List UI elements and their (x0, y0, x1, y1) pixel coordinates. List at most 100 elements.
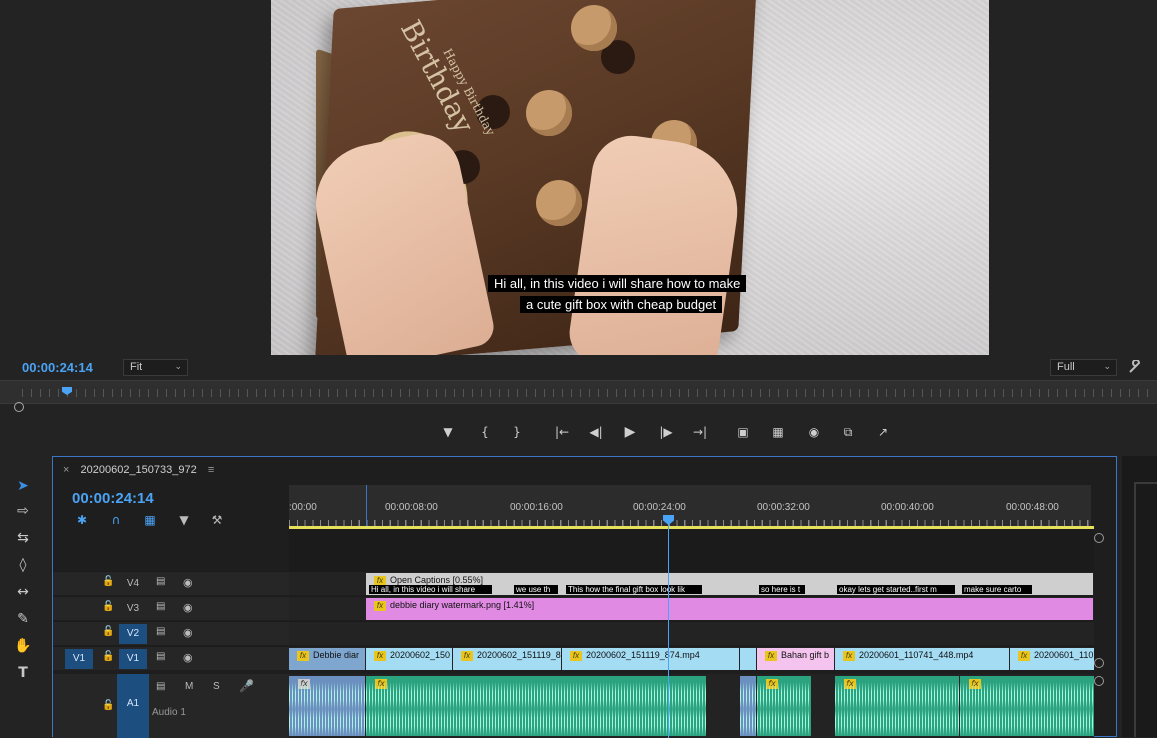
sync-lock-icon[interactable]: ▤ (156, 576, 165, 587)
close-icon[interactable]: × (63, 464, 69, 476)
linked-selection-icon[interactable]: ▦ (142, 512, 158, 528)
lock-icon[interactable]: 🔓 (102, 626, 114, 637)
track-lane-v3[interactable]: fx debbie diary watermark.png [1.41%] (289, 596, 1094, 620)
track-header-v2: 🔓 V2 ▤ ◉ (53, 621, 289, 645)
audio-clip[interactable]: fx (366, 676, 706, 736)
wrench-icon[interactable] (1128, 359, 1144, 374)
mute-button[interactable]: M (185, 681, 193, 692)
sync-lock-icon[interactable]: ▤ (156, 651, 165, 662)
caption-segment[interactable]: make sure carto (962, 585, 1032, 594)
pen-tool-icon[interactable]: ✎ (13, 609, 33, 629)
microphone-icon[interactable]: 🎤 (239, 679, 254, 693)
video-clip[interactable] (740, 648, 756, 670)
vertical-scroll-handle[interactable] (1094, 533, 1104, 543)
caption-segment[interactable]: Hi all, in this video i will share (369, 585, 492, 594)
sync-lock-icon[interactable]: ▤ (156, 681, 165, 692)
solo-button[interactable]: S (213, 681, 220, 692)
timeline-ruler[interactable]: :00:00 00:00:08:00 00:00:16:00 00:00:24:… (289, 485, 1091, 529)
go-to-in-icon[interactable]: |← (554, 424, 570, 440)
sync-lock-icon[interactable]: ▤ (156, 626, 165, 637)
eye-icon[interactable]: ◉ (183, 576, 193, 589)
program-monitor: Birthday Happy Birthday Hi all, in this … (0, 0, 1157, 448)
add-marker-icon[interactable]: ▼ (176, 512, 192, 528)
caption-segment[interactable]: we use th (514, 585, 558, 594)
track-lane-v1[interactable]: fx Debbie diar fx 20200602_150 fx 202006… (289, 646, 1094, 670)
zoom-level-select[interactable]: Fit ⌄ (123, 359, 188, 376)
razor-tool-icon[interactable]: ◊ (13, 555, 33, 575)
play-icon[interactable]: ▶ (622, 424, 638, 440)
track-name[interactable]: V4 (119, 574, 147, 594)
track-name[interactable]: V1 (119, 649, 147, 669)
audio-clip[interactable]: fx (757, 676, 811, 736)
wrench-icon[interactable]: ⚒ (209, 512, 225, 528)
audio-clip[interactable]: fx (835, 676, 959, 736)
nest-sequence-icon[interactable]: ✱ (74, 512, 90, 528)
video-clip[interactable]: fx 20200602_150 (366, 648, 452, 670)
audio-clip[interactable]: fx (960, 676, 1094, 736)
go-to-out-icon[interactable]: →| (692, 424, 708, 440)
teddy-bear-print (536, 180, 582, 226)
lock-icon[interactable]: 🔓 (102, 576, 114, 587)
eye-icon[interactable]: ◉ (183, 651, 193, 664)
video-clip[interactable]: fx 20200601_110741_448.mp4 (835, 648, 1009, 670)
track-select-tool-icon[interactable]: ⇨ (13, 501, 33, 521)
mark-in-icon[interactable]: { (477, 424, 493, 440)
lock-icon[interactable]: 🔓 (102, 700, 114, 711)
monitor-time-ruler[interactable] (0, 380, 1157, 404)
video-clip[interactable]: fx 20200602_151119_87 (453, 648, 561, 670)
hand-tool-icon[interactable]: ✋ (13, 636, 33, 656)
track-lane-v2[interactable] (289, 621, 1094, 645)
track-name[interactable]: V3 (119, 599, 147, 619)
snap-magnet-icon[interactable]: ∩ (108, 512, 124, 528)
fx-badge: fx (570, 651, 582, 661)
ruler-label: 00:00:16:00 (510, 502, 563, 513)
step-forward-icon[interactable]: |▶ (658, 424, 674, 440)
zoom-scroll-handle[interactable] (14, 402, 24, 412)
mark-out-icon[interactable]: } (509, 424, 525, 440)
timeline-timecode[interactable]: 00:00:24:14 (72, 490, 154, 507)
export-frame-icon[interactable]: ◉ (806, 424, 822, 440)
share-icon[interactable]: ↗ (875, 424, 891, 440)
video-frame[interactable]: Birthday Happy Birthday Hi all, in this … (271, 0, 989, 355)
track-lane-v4[interactable]: fx Open Captions [0.55%] Hi all, in this… (289, 571, 1094, 595)
right-panel (1122, 456, 1157, 737)
caption-segment[interactable]: This how the final gift box look lik (566, 585, 702, 594)
vertical-scroll-handle[interactable] (1094, 676, 1104, 686)
caption-segment[interactable]: so here is t (759, 585, 805, 594)
comparison-icon[interactable]: ⧉ (840, 424, 856, 440)
step-back-icon[interactable]: ◀| (588, 424, 604, 440)
ripple-edit-tool-icon[interactable]: ⇆ (13, 528, 33, 548)
fx-badge: fx (843, 651, 855, 661)
video-clip[interactable]: fx Debbie diar (289, 648, 365, 670)
sync-lock-icon[interactable]: ▤ (156, 601, 165, 612)
video-clip[interactable]: fx Bahan gift b (757, 648, 834, 670)
audio-clip[interactable] (740, 676, 756, 736)
video-clip[interactable]: fx 20200602_151119_874.mp4 (562, 648, 739, 670)
playback-resolution-select[interactable]: Full ⌄ (1050, 359, 1117, 376)
lock-icon[interactable]: 🔓 (102, 601, 114, 612)
audio-clip[interactable]: fx (289, 676, 365, 736)
eye-icon[interactable]: ◉ (183, 601, 193, 614)
type-tool-icon[interactable]: T (13, 663, 33, 683)
watermark-clip[interactable]: fx debbie diary watermark.png [1.41%] (366, 598, 1093, 620)
video-clip[interactable]: fx 20200601_1107 (1010, 648, 1094, 670)
track-header-a1: A1 🔓 ▤ M S 🎤 Audio 1 (53, 674, 289, 738)
panel-edge (1134, 482, 1157, 737)
source-patch-v1[interactable]: V1 (65, 649, 93, 669)
caption-segment[interactable]: okay lets get started..first m (837, 585, 955, 594)
lift-icon[interactable]: ▣ (735, 424, 751, 440)
timeline-playhead[interactable] (668, 519, 669, 738)
monitor-timecode[interactable]: 00:00:24:14 (22, 360, 93, 375)
sequence-tab[interactable]: × 20200602_150733_972 ≡ (63, 464, 214, 476)
menu-icon[interactable]: ≡ (208, 464, 214, 476)
eye-icon[interactable]: ◉ (183, 626, 193, 639)
vertical-scroll-handle[interactable] (1094, 658, 1104, 668)
lock-icon[interactable]: 🔓 (102, 651, 114, 662)
slip-tool-icon[interactable]: ↔ (13, 582, 33, 602)
timeline-panel: × 20200602_150733_972 ≡ 00:00:24:14 ✱ ∩ … (52, 456, 1117, 738)
extract-icon[interactable]: ▦ (770, 424, 786, 440)
track-lane-a1[interactable]: fx fx fx fx fx (289, 674, 1094, 738)
track-name[interactable]: V2 (119, 624, 147, 644)
selection-tool-icon[interactable]: ➤ (13, 476, 33, 496)
marker-icon[interactable]: ▼ (440, 424, 456, 440)
